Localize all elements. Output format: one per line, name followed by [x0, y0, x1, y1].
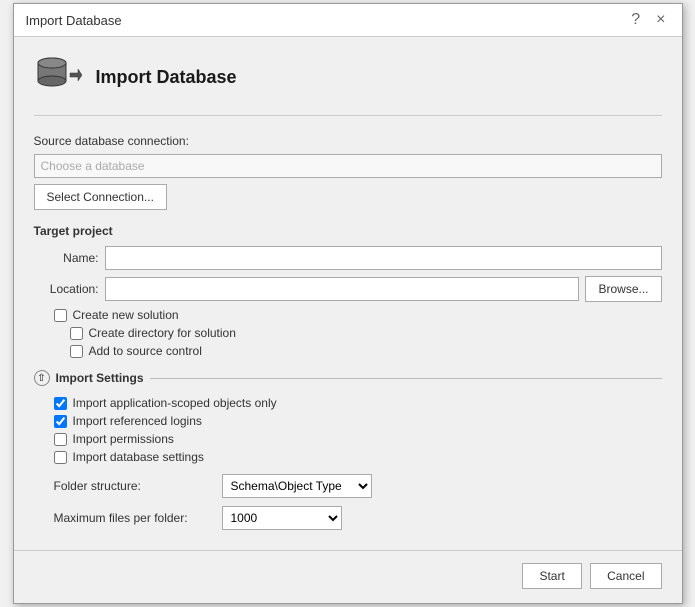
select-connection-button[interactable]: Select Connection... — [34, 184, 167, 210]
close-button[interactable]: × — [652, 12, 669, 28]
import-logins-checkbox[interactable] — [54, 415, 67, 428]
location-label: Location: — [34, 282, 99, 296]
target-project-title: Target project — [34, 224, 662, 238]
create-directory-checkbox[interactable] — [70, 327, 83, 340]
import-settings-options: Import application-scoped objects only I… — [34, 396, 662, 464]
add-source-control-label: Add to source control — [89, 344, 202, 358]
source-placeholder-text: Choose a database — [41, 159, 145, 173]
import-option-1: Import referenced logins — [54, 414, 662, 428]
folder-structure-row: Folder structure: Schema\Object Type Sch… — [54, 474, 662, 498]
source-label: Source database connection: — [34, 134, 662, 148]
max-files-label: Maximum files per folder: — [54, 511, 214, 525]
add-source-control-row: Add to source control — [70, 344, 662, 358]
create-solution-row: Create new solution — [54, 308, 662, 322]
import-settings-title: Import Settings — [56, 371, 144, 385]
import-db-settings-label: Import database settings — [73, 450, 204, 464]
help-button[interactable]: ? — [627, 12, 644, 28]
folder-structure-label: Folder structure: — [54, 479, 214, 493]
dialog-title: Import Database — [96, 67, 237, 88]
max-files-select[interactable]: 1000 500 100 50 — [222, 506, 342, 530]
cancel-button[interactable]: Cancel — [590, 563, 661, 589]
import-logins-label: Import referenced logins — [73, 414, 202, 428]
title-bar-label: Import Database — [26, 13, 122, 28]
location-row: Location: Browse... — [34, 276, 662, 302]
add-source-control-checkbox[interactable] — [70, 345, 83, 358]
title-bar: Import Database ? × — [14, 4, 682, 37]
folder-structure-select[interactable]: Schema\Object Type Schema Object Type — [222, 474, 372, 498]
dialog-footer: Start Cancel — [14, 550, 682, 603]
name-input[interactable] — [105, 246, 662, 270]
create-solution-label: Create new solution — [73, 308, 179, 322]
title-bar-text: Import Database — [26, 13, 122, 28]
create-directory-row: Create directory for solution — [70, 326, 662, 340]
name-label: Name: — [34, 251, 99, 265]
import-app-scoped-label: Import application-scoped objects only — [73, 396, 277, 410]
import-option-3: Import database settings — [54, 450, 662, 464]
browse-button[interactable]: Browse... — [585, 276, 661, 302]
separator-line — [150, 378, 662, 379]
max-files-row: Maximum files per folder: 1000 500 100 5… — [54, 506, 662, 530]
dialog-body: Import Database Source database connecti… — [14, 37, 682, 550]
target-project-section: Target project Name: Location: Browse...… — [34, 224, 662, 358]
source-section: Source database connection: Choose a dat… — [34, 134, 662, 210]
title-bar-controls: ? × — [627, 12, 669, 28]
source-db-placeholder: Choose a database — [34, 154, 662, 178]
create-directory-label: Create directory for solution — [89, 326, 236, 340]
database-icon — [34, 53, 82, 101]
import-db-settings-checkbox[interactable] — [54, 451, 67, 464]
start-button[interactable]: Start — [522, 563, 582, 589]
import-app-scoped-checkbox[interactable] — [54, 397, 67, 410]
name-row: Name: — [34, 246, 662, 270]
import-settings-separator: ⇧ Import Settings — [34, 370, 662, 386]
import-database-dialog: Import Database ? × Import Database Sour… — [13, 3, 683, 604]
create-solution-checkbox[interactable] — [54, 309, 67, 322]
location-input[interactable] — [105, 277, 580, 301]
header-section: Import Database — [34, 53, 662, 116]
collapse-chevron[interactable]: ⇧ — [34, 370, 50, 386]
import-permissions-label: Import permissions — [73, 432, 174, 446]
import-option-2: Import permissions — [54, 432, 662, 446]
import-option-0: Import application-scoped objects only — [54, 396, 662, 410]
import-permissions-checkbox[interactable] — [54, 433, 67, 446]
